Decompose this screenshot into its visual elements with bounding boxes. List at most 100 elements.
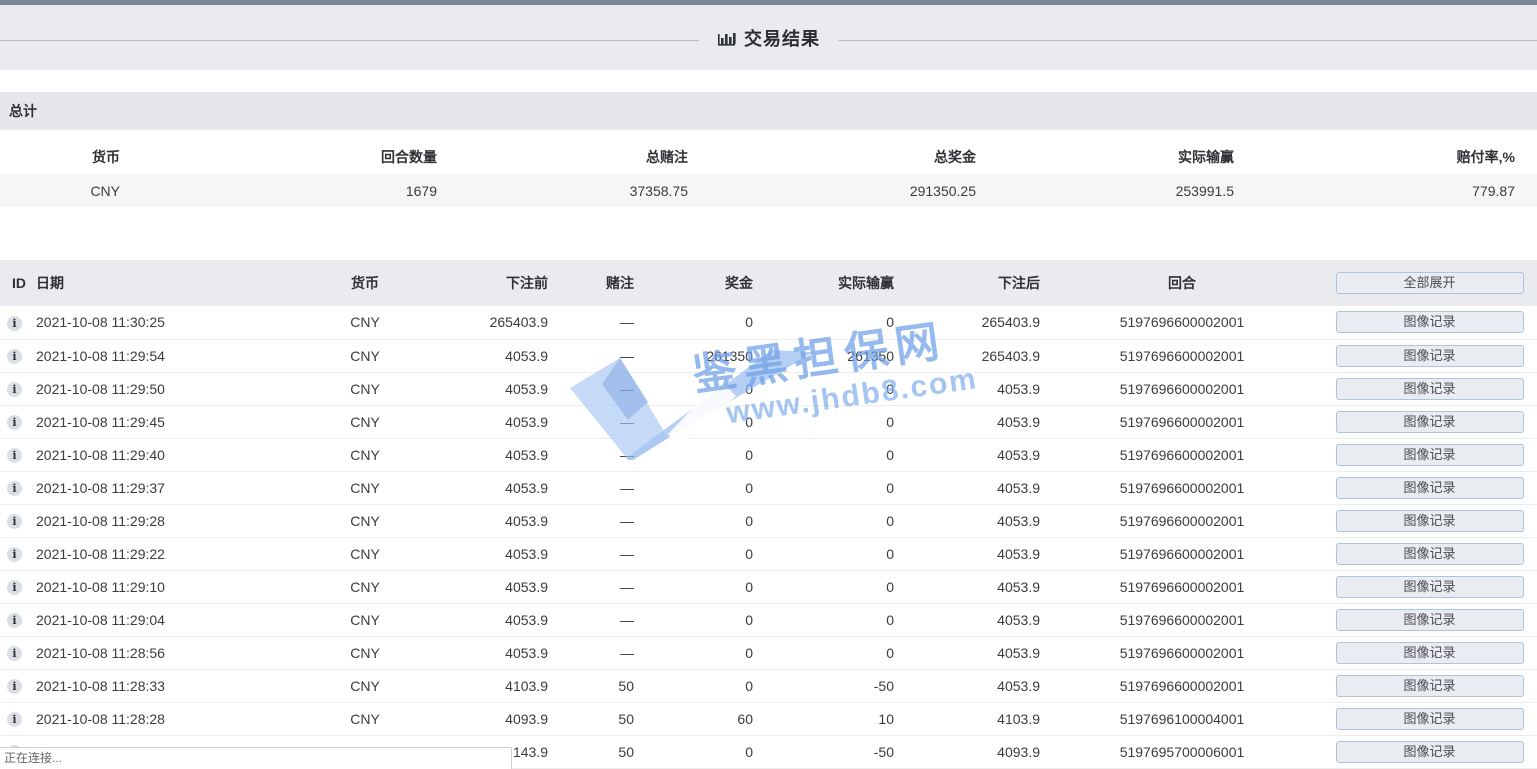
- image-record-button[interactable]: 图像记录: [1336, 543, 1524, 565]
- cell-date: 2021-10-08 11:29:37: [30, 471, 280, 504]
- info-icon[interactable]: i: [7, 580, 22, 595]
- info-icon[interactable]: i: [7, 514, 22, 529]
- cell-currency: CNY: [280, 570, 450, 603]
- cell-currency: CNY: [280, 504, 450, 537]
- cell-before: 4093.9: [450, 702, 550, 735]
- cell-before: 265403.9: [450, 306, 550, 339]
- cell-bet: —: [550, 306, 636, 339]
- col-header-after: 下注后: [896, 260, 1042, 306]
- info-icon[interactable]: i: [7, 382, 22, 397]
- info-icon[interactable]: i: [7, 646, 22, 661]
- image-record-button[interactable]: 图像记录: [1336, 708, 1524, 730]
- cell-currency: CNY: [280, 372, 450, 405]
- table-row: i2021-10-08 11:29:04CNY4053.9—004053.951…: [0, 603, 1537, 636]
- summary-header-currency: 货币: [0, 140, 130, 174]
- info-icon[interactable]: i: [7, 481, 22, 496]
- table-row: i2021-10-08 11:28:56CNY4053.9—004053.951…: [0, 636, 1537, 669]
- cell-round: 5197696600002001: [1042, 471, 1322, 504]
- cell-after: 4053.9: [896, 636, 1042, 669]
- cell-currency: CNY: [280, 438, 450, 471]
- cell-winloss: 0: [755, 636, 896, 669]
- cell-date: 2021-10-08 11:29:04: [30, 603, 280, 636]
- info-icon[interactable]: i: [7, 415, 22, 430]
- cell-before: 4053.9: [450, 636, 550, 669]
- info-icon[interactable]: i: [7, 712, 22, 727]
- image-record-button[interactable]: 图像记录: [1336, 444, 1524, 466]
- cell-round: 5197695700006001: [1042, 735, 1322, 768]
- cell-date: 2021-10-08 11:29:54: [30, 339, 280, 372]
- cell-currency: CNY: [280, 306, 450, 339]
- cell-winloss: 10: [755, 702, 896, 735]
- page-title: 交易结果: [744, 25, 820, 51]
- info-icon[interactable]: i: [7, 679, 22, 694]
- cell-currency: CNY: [280, 537, 450, 570]
- image-record-button[interactable]: 图像记录: [1336, 741, 1524, 763]
- cell-bet: —: [550, 636, 636, 669]
- cell-winloss: 0: [755, 570, 896, 603]
- cell-currency: CNY: [280, 669, 450, 702]
- info-icon[interactable]: i: [7, 349, 22, 364]
- info-icon[interactable]: i: [7, 448, 22, 463]
- cell-round: 5197696600002001: [1042, 372, 1322, 405]
- cell-prize: 0: [636, 669, 755, 702]
- table-row: i2021-10-08 11:29:22CNY4053.9—004053.951…: [0, 537, 1537, 570]
- cell-currency: CNY: [280, 471, 450, 504]
- cell-date: 2021-10-08 11:29:40: [30, 438, 280, 471]
- info-icon[interactable]: i: [7, 613, 22, 628]
- info-icon[interactable]: i: [7, 547, 22, 562]
- table-row: i2021-10-08 11:29:10CNY4053.9—004053.951…: [0, 570, 1537, 603]
- cell-date: 2021-10-08 11:29:28: [30, 504, 280, 537]
- cell-round: 5197696600002001: [1042, 537, 1322, 570]
- image-record-button[interactable]: 图像记录: [1336, 675, 1524, 697]
- cell-prize: 261350: [636, 339, 755, 372]
- info-icon[interactable]: i: [7, 316, 22, 331]
- cell-winloss: -50: [755, 669, 896, 702]
- cell-date: 2021-10-08 11:29:50: [30, 372, 280, 405]
- page-header: 交易结果: [0, 5, 1537, 70]
- cell-prize: 60: [636, 702, 755, 735]
- cell-after: 4053.9: [896, 603, 1042, 636]
- cell-after: 4093.9: [896, 735, 1042, 768]
- image-record-button[interactable]: 图像记录: [1336, 411, 1524, 433]
- cell-after: 4103.9: [896, 702, 1042, 735]
- cell-bet: —: [550, 504, 636, 537]
- image-record-button[interactable]: 图像记录: [1336, 576, 1524, 598]
- table-row: i2021-10-08 11:28:28CNY4093.95060104103.…: [0, 702, 1537, 735]
- summary-payout-rate: 779.87: [1244, 174, 1537, 207]
- cell-winloss: 0: [755, 504, 896, 537]
- table-row: i2021-10-08 11:29:54CNY4053.9—2613502613…: [0, 339, 1537, 372]
- cell-bet: —: [550, 372, 636, 405]
- image-record-button[interactable]: 图像记录: [1336, 378, 1524, 400]
- col-header-winloss: 实际输赢: [755, 260, 896, 306]
- cell-bet: —: [550, 438, 636, 471]
- image-record-button[interactable]: 图像记录: [1336, 642, 1524, 664]
- summary-total-prize: 291350.25: [698, 174, 986, 207]
- expand-all-button[interactable]: 全部展开: [1336, 272, 1524, 294]
- cell-after: 4053.9: [896, 537, 1042, 570]
- cell-before: 4103.9: [450, 669, 550, 702]
- cell-bet: 50: [550, 735, 636, 768]
- cell-before: 4053.9: [450, 537, 550, 570]
- image-record-button[interactable]: 图像记录: [1336, 311, 1524, 333]
- col-header-bet: 赌注: [550, 260, 636, 306]
- image-record-button[interactable]: 图像记录: [1336, 477, 1524, 499]
- table-row: i2021-10-08 11:29:37CNY4053.9—004053.951…: [0, 471, 1537, 504]
- summary-row: CNY 1679 37358.75 291350.25 253991.5 779…: [0, 174, 1537, 207]
- cell-currency: CNY: [280, 405, 450, 438]
- cell-before: 4053.9: [450, 438, 550, 471]
- cell-prize: 0: [636, 636, 755, 669]
- cell-date: 2021-10-08 11:28:56: [30, 636, 280, 669]
- image-record-button[interactable]: 图像记录: [1336, 609, 1524, 631]
- results-table: ID 日期 货币 下注前 赌注 奖金 实际输赢 下注后 回合 全部展开 i202…: [0, 260, 1537, 769]
- summary-header-payout-rate: 赔付率,%: [1244, 140, 1537, 174]
- cell-after: 4053.9: [896, 372, 1042, 405]
- cell-round: 5197696600002001: [1042, 306, 1322, 339]
- image-record-button[interactable]: 图像记录: [1336, 510, 1524, 532]
- summary-header-total-prize: 总奖金: [698, 140, 986, 174]
- summary-header-total-bet: 总赌注: [447, 140, 698, 174]
- image-record-button[interactable]: 图像记录: [1336, 345, 1524, 367]
- cell-date: 2021-10-08 11:29:10: [30, 570, 280, 603]
- cell-after: 265403.9: [896, 339, 1042, 372]
- col-header-id: ID: [0, 260, 30, 306]
- cell-bet: —: [550, 570, 636, 603]
